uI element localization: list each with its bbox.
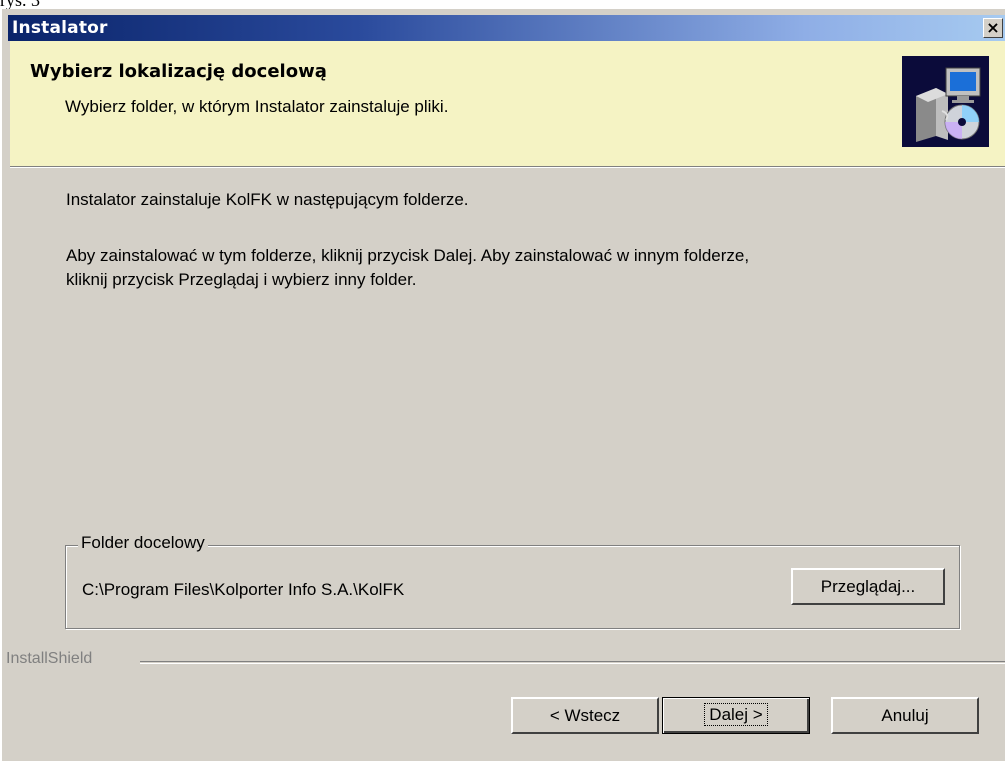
- close-button[interactable]: ×: [983, 18, 1003, 38]
- body-line-2: Aby zainstalować w tym folderze, kliknij…: [66, 246, 750, 265]
- back-button[interactable]: < Wstecz: [511, 697, 659, 734]
- header-divider: [10, 167, 1005, 168]
- figure-caption: rys. 3: [0, 0, 200, 9]
- window-title: Instalator: [12, 18, 108, 38]
- dialog-header: Wybierz lokalizację docelową Wybierz fol…: [10, 41, 1005, 167]
- next-button[interactable]: Dalej >: [662, 697, 810, 734]
- body-line-1: Instalator zainstaluje KolFK w następują…: [66, 190, 469, 209]
- cancel-button[interactable]: Anuluj: [831, 697, 979, 734]
- browse-button[interactable]: Przeglądaj...: [791, 568, 945, 605]
- body-line-3: kliknij przycisk Przeglądaj i wybierz in…: [66, 270, 417, 289]
- next-button-label: Dalej >: [704, 703, 768, 726]
- cancel-button-label: Anuluj: [881, 706, 929, 725]
- back-button-label: < Wstecz: [549, 706, 621, 725]
- installshield-separator: [140, 661, 1005, 664]
- installer-icon: [902, 56, 989, 147]
- destination-path: C:\Program Files\Kolporter Info S.A.\Kol…: [82, 580, 405, 599]
- destination-folder-group: Folder docelowy C:\Program Files\Kolport…: [65, 533, 960, 629]
- destination-folder-label: Folder docelowy: [78, 533, 208, 553]
- close-icon: ×: [986, 18, 1000, 37]
- header-title: Wybierz lokalizację docelową: [30, 61, 327, 82]
- installshield-brand: InstallShield: [6, 650, 99, 668]
- title-bar[interactable]: Instalator ×: [8, 15, 1005, 41]
- browse-button-label: Przeglądaj...: [820, 577, 916, 596]
- header-subtitle: Wybierz folder, w którym Instalator zain…: [65, 97, 449, 116]
